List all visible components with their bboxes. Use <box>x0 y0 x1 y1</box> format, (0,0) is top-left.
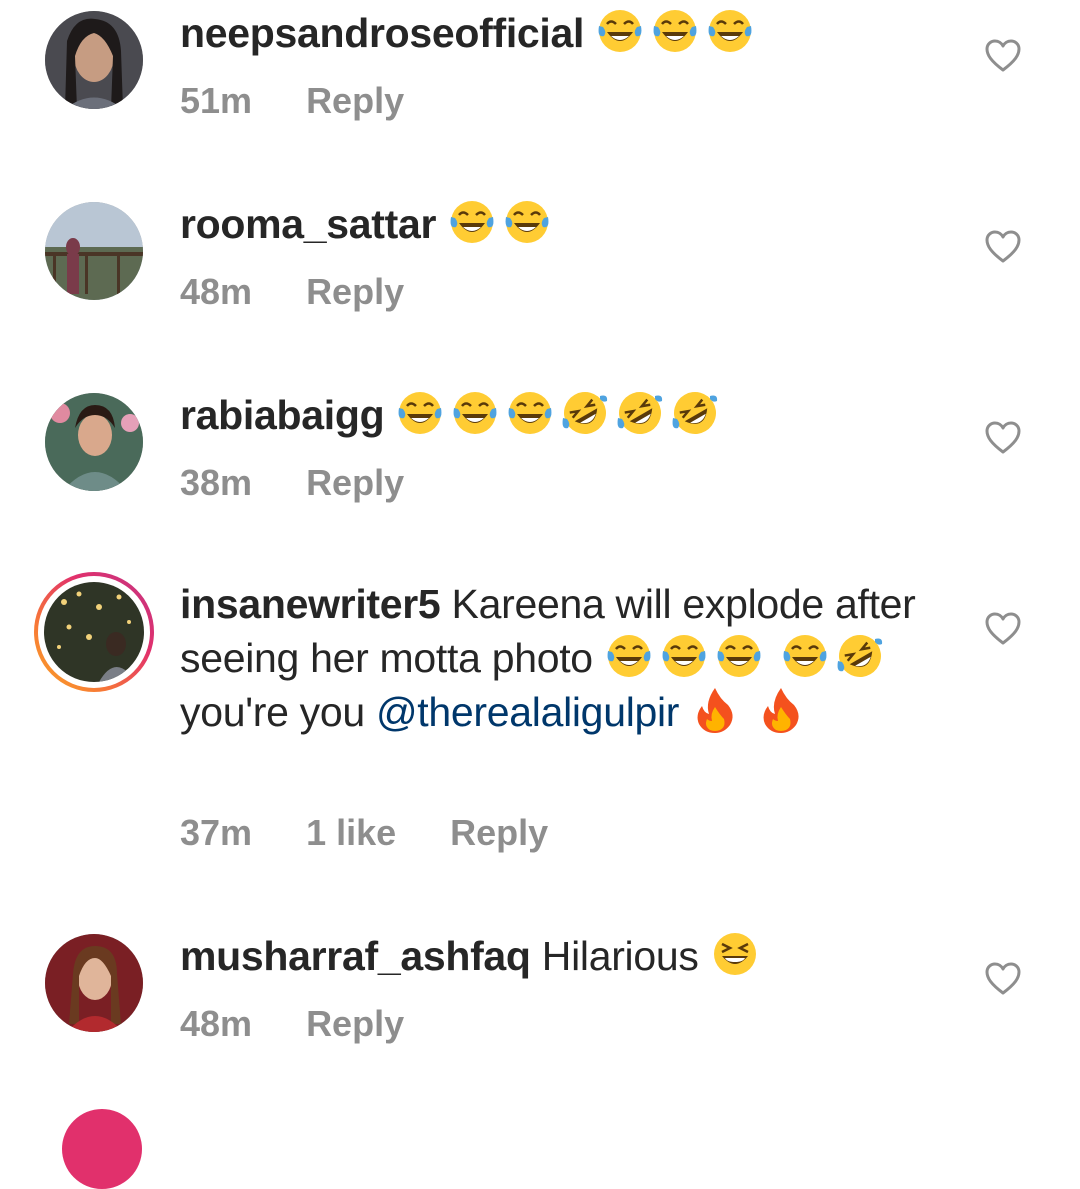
comment-username[interactable]: rooma_sattar <box>180 201 436 247</box>
rofl-icon <box>560 388 610 438</box>
reply-button[interactable]: Reply <box>306 80 404 122</box>
tears-of-joy-icon <box>505 388 555 438</box>
comment-meta: 51m Reply <box>180 80 458 122</box>
avatar[interactable] <box>45 393 143 491</box>
avatar-ring-gap <box>38 576 150 688</box>
fire-icon <box>690 685 740 735</box>
comment-meta: 37m 1 like Reply <box>180 812 602 854</box>
mention-link[interactable]: @therealaligulpir <box>376 689 679 735</box>
comment-timestamp: 38m <box>180 462 253 503</box>
tears-of-joy-icon <box>450 388 500 438</box>
heart-outline-icon[interactable] <box>985 612 1021 646</box>
comment-timestamp: 48m <box>180 271 253 312</box>
heart-outline-icon[interactable] <box>985 421 1021 455</box>
rofl-icon <box>670 388 720 438</box>
comment-meta: 48m Reply <box>180 1003 458 1045</box>
avatar[interactable] <box>45 202 143 300</box>
reply-button[interactable]: Reply <box>306 271 404 313</box>
fire-icon <box>756 685 806 735</box>
comment-body: Hilarious <box>541 933 699 979</box>
reply-button[interactable]: Reply <box>450 812 548 854</box>
comment-meta: 48m Reply <box>180 271 458 313</box>
tears-of-joy-icon <box>395 388 445 438</box>
comment-username[interactable]: neepsandroseofficial <box>180 10 584 56</box>
avatar <box>44 582 144 682</box>
tears-of-joy-icon <box>447 197 497 247</box>
reply-button[interactable]: Reply <box>306 1003 404 1045</box>
avatar-story-ring-partial[interactable] <box>62 1109 142 1189</box>
tears-of-joy-icon <box>714 631 764 681</box>
comment-text: neepsandroseofficial <box>180 6 930 60</box>
comment-username[interactable]: musharraf_ashfaq <box>180 933 531 979</box>
like-count[interactable]: 1 like <box>306 812 396 854</box>
tears-of-joy-icon <box>502 197 552 247</box>
rofl-icon <box>835 631 885 681</box>
grinning-squinting-icon <box>710 929 760 979</box>
comment-username[interactable]: insanewriter5 <box>180 581 441 627</box>
heart-outline-icon[interactable] <box>985 230 1021 264</box>
comment-timestamp: 48m <box>180 1003 253 1044</box>
tears-of-joy-icon <box>595 6 645 56</box>
comment-timestamp: 51m <box>180 80 253 121</box>
rofl-icon <box>615 388 665 438</box>
comment-text: rooma_sattar <box>180 197 930 251</box>
avatar[interactable] <box>45 934 143 1032</box>
comment-text: musharraf_ashfaq Hilarious <box>180 929 930 983</box>
avatar-story-ring[interactable] <box>34 572 154 692</box>
comment-body-continued: you're you <box>180 689 365 735</box>
comment-text: insanewriter5 Kareena will explode after… <box>180 578 930 739</box>
tears-of-joy-icon <box>705 6 755 56</box>
reply-button[interactable]: Reply <box>306 462 404 504</box>
comment-username[interactable]: rabiabaigg <box>180 392 385 438</box>
tears-of-joy-icon <box>604 631 654 681</box>
comment-meta: 38m Reply <box>180 462 458 504</box>
avatar[interactable] <box>45 11 143 109</box>
comment-text: rabiabaigg <box>180 388 930 442</box>
heart-outline-icon[interactable] <box>985 962 1021 996</box>
tears-of-joy-icon <box>780 631 830 681</box>
tears-of-joy-icon <box>659 631 709 681</box>
comment-timestamp: 37m <box>180 812 253 853</box>
heart-outline-icon[interactable] <box>985 39 1021 73</box>
tears-of-joy-icon <box>650 6 700 56</box>
